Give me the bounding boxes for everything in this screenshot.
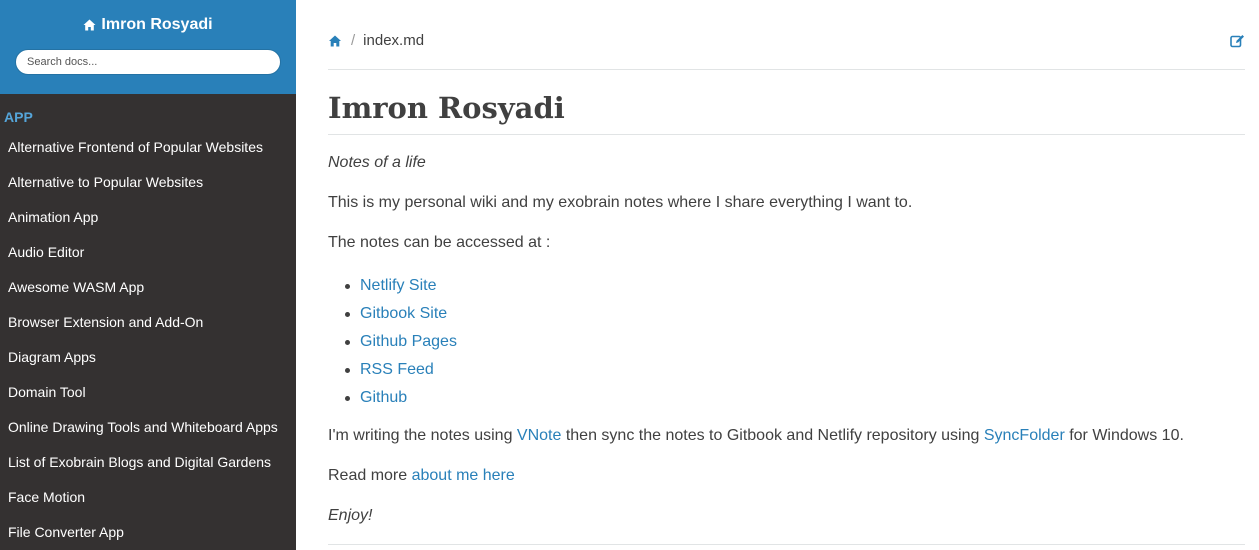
page-title: Imron Rosyadi — [328, 70, 1245, 135]
writing-middle: then sync the notes to Gitbook and Netli… — [561, 427, 984, 444]
rss-feed-link[interactable]: RSS Feed — [360, 361, 434, 378]
breadcrumb-separator: / — [351, 32, 356, 49]
netlify-site-link[interactable]: Netlify Site — [360, 277, 436, 294]
divider — [328, 544, 1245, 545]
intro-paragraph: This is my personal wiki and my exobrain… — [328, 194, 913, 211]
syncfolder-link[interactable]: SyncFolder — [984, 427, 1065, 444]
sidebar-item-online-drawing-tools[interactable]: Online Drawing Tools and Whiteboard Apps — [0, 410, 296, 445]
writing-paragraph: I'm writing the notes using VNote then s… — [328, 425, 1245, 447]
sidebar-header: Imron Rosyadi — [0, 0, 296, 94]
sidebar-item-browser-extension[interactable]: Browser Extension and Add-On — [0, 305, 296, 340]
nav-caption-app: APP — [4, 109, 33, 125]
sidebar-item-exobrain-blogs[interactable]: List of Exobrain Blogs and Digital Garde… — [0, 445, 296, 480]
main-content: / index.md Imron Rosyadi Notes of a life… — [328, 0, 1245, 550]
access-paragraph: The notes can be accessed at : — [328, 234, 551, 251]
writing-prefix: I'm writing the notes using — [328, 427, 517, 444]
list-item: Netlify Site — [328, 272, 1245, 300]
list-item: Github Pages — [328, 328, 1245, 356]
sidebar: Imron Rosyadi APP Alternative Frontend o… — [0, 0, 296, 550]
sidebar-item-file-converter-app[interactable]: File Converter App — [0, 515, 296, 550]
list-item: Gitbook Site — [328, 300, 1245, 328]
sidebar-item-alternative-frontend[interactable]: Alternative Frontend of Popular Websites — [0, 130, 296, 165]
nav-list: Alternative Frontend of Popular Websites… — [0, 130, 296, 550]
sidebar-item-face-motion[interactable]: Face Motion — [0, 480, 296, 515]
breadcrumb: / index.md — [328, 31, 424, 51]
breadcrumb-current: index.md — [363, 32, 425, 49]
sidebar-item-awesome-wasm-app[interactable]: Awesome WASM App — [0, 270, 296, 305]
gitbook-site-link[interactable]: Gitbook Site — [360, 305, 447, 322]
sidebar-item-domain-tool[interactable]: Domain Tool — [0, 375, 296, 410]
site-title-text: Imron Rosyadi — [101, 16, 213, 33]
read-more-prefix: Read more — [328, 467, 412, 484]
site-title-link[interactable]: Imron Rosyadi — [83, 14, 213, 36]
breadcrumb-home-icon[interactable] — [328, 35, 342, 47]
github-link[interactable]: Github — [360, 389, 407, 406]
breadcrumb-bar: / index.md — [328, 0, 1245, 70]
sidebar-item-audio-editor[interactable]: Audio Editor — [0, 235, 296, 270]
list-item: Github — [328, 384, 1245, 412]
tagline: Notes of a life — [328, 154, 426, 171]
enjoy-text: Enjoy! — [328, 507, 373, 524]
writing-suffix: for Windows 10. — [1064, 427, 1184, 444]
list-item: RSS Feed — [328, 356, 1245, 384]
edit-icon[interactable] — [1230, 34, 1245, 53]
sidebar-item-animation-app[interactable]: Animation App — [0, 200, 296, 235]
sidebar-item-alternative-popular-websites[interactable]: Alternative to Popular Websites — [0, 165, 296, 200]
vnote-link[interactable]: VNote — [517, 427, 561, 444]
sidebar-item-diagram-apps[interactable]: Diagram Apps — [0, 340, 296, 375]
about-me-link[interactable]: about me here — [412, 467, 515, 484]
read-more-paragraph: Read more about me here — [328, 465, 1245, 487]
home-icon — [83, 19, 96, 31]
access-links-list: Netlify Site Gitbook Site Github Pages R… — [328, 272, 1245, 412]
search-input[interactable] — [15, 49, 281, 75]
github-pages-link[interactable]: Github Pages — [360, 333, 457, 350]
